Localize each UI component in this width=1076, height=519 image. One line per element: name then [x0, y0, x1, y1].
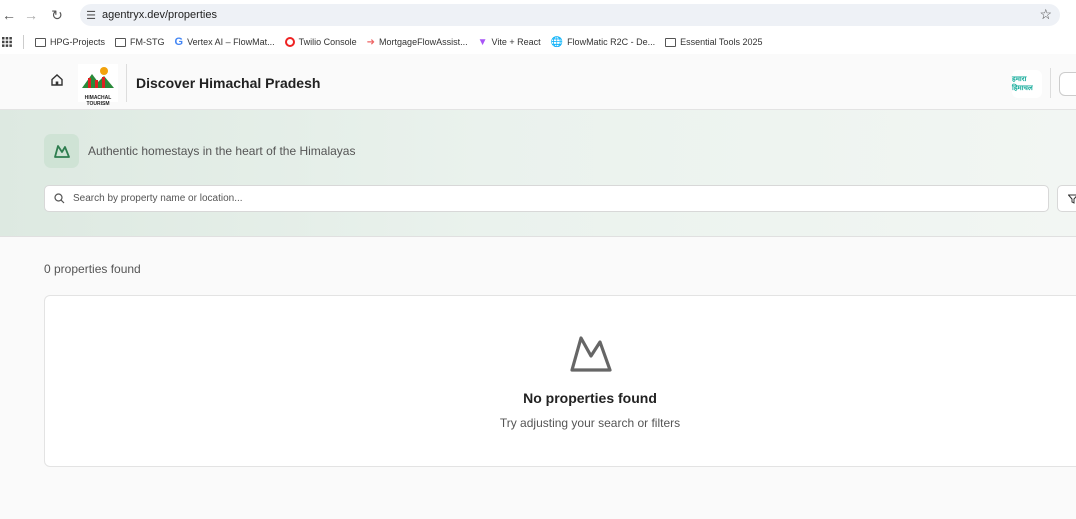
- hero-tagline: Authentic homestays in the heart of the …: [88, 144, 356, 158]
- bookmark-label: Vite + React: [491, 37, 541, 47]
- vite-icon: ▼: [477, 36, 488, 48]
- empty-state-title: No properties found: [523, 390, 657, 406]
- bookmarks-divider: [23, 35, 24, 49]
- bookmark-item[interactable]: ➜ MortgageFlowAssist...: [362, 37, 473, 48]
- apps-grid-icon[interactable]: [0, 37, 17, 47]
- header-divider: [1050, 68, 1051, 98]
- search-box[interactable]: [44, 185, 1049, 212]
- filter-icon: [1068, 194, 1076, 204]
- home-icon[interactable]: [49, 72, 65, 88]
- bookmarks-bar: HPG-Projects FM-STG G Vertex AI – FlowMat…: [0, 30, 1076, 54]
- bookmark-item[interactable]: Twilio Console: [280, 37, 362, 47]
- logo-text: HIMACHAL TOURISM: [84, 95, 112, 107]
- bookmark-label: FM-STG: [130, 37, 165, 47]
- page-title: Discover Himachal Pradesh: [136, 75, 321, 91]
- bookmark-label: Twilio Console: [298, 37, 357, 47]
- folder-icon: [35, 37, 46, 47]
- results-count: 0 properties found: [44, 262, 141, 276]
- site-info-icon[interactable]: ☰: [80, 9, 102, 22]
- account-button[interactable]: [1059, 72, 1076, 96]
- bookmark-label: MortgageFlowAssist...: [379, 37, 468, 47]
- bookmark-item[interactable]: 🌐 FlowMatic R2C - De...: [546, 37, 660, 48]
- reload-icon[interactable]: ↻: [44, 0, 70, 30]
- bookmark-label: Vertex AI – FlowMat...: [187, 37, 275, 47]
- app-header: HIMACHAL TOURISM Discover Himachal Prade…: [0, 56, 1076, 110]
- forward-icon[interactable]: →: [18, 0, 44, 30]
- folder-icon: [665, 37, 677, 47]
- mountain-icon: [44, 134, 79, 168]
- globe-icon: 🌐: [550, 36, 564, 48]
- bookmark-label: HPG-Projects: [50, 37, 106, 47]
- search-icon: [45, 193, 73, 204]
- hamara-himachal-badge[interactable]: हमारा हिमाचल: [1012, 70, 1042, 98]
- bookmark-item[interactable]: HPG-Projects: [30, 37, 110, 47]
- hero-section: Authentic homestays in the heart of the …: [0, 110, 1076, 237]
- google-icon: G: [174, 36, 184, 48]
- bookmark-label: FlowMatic R2C - De...: [567, 37, 656, 47]
- himachal-tourism-logo[interactable]: HIMACHAL TOURISM: [78, 64, 118, 107]
- empty-state-card: No properties found Try adjusting your s…: [44, 295, 1076, 467]
- mountain-icon: [570, 336, 612, 372]
- bookmark-item[interactable]: ▼ Vite + React: [473, 37, 546, 48]
- address-bar[interactable]: ☰ agentryx.dev/properties ☆: [80, 4, 1060, 26]
- search-input[interactable]: [73, 193, 973, 204]
- back-icon[interactable]: ←: [0, 0, 18, 30]
- filter-button[interactable]: [1057, 185, 1076, 212]
- twilio-icon: [284, 37, 295, 47]
- bookmark-star-icon[interactable]: ☆: [1039, 6, 1052, 23]
- browser-toolbar: ← → ↻ ☰ agentryx.dev/properties ☆: [0, 0, 1076, 30]
- bookmark-item[interactable]: Essential Tools 2025: [660, 37, 767, 47]
- bookmark-item[interactable]: FM-STG: [110, 37, 170, 47]
- folder-icon: [115, 37, 127, 47]
- empty-state-subtitle: Try adjusting your search or filters: [499, 416, 681, 430]
- bookmark-label: Essential Tools 2025: [680, 37, 763, 47]
- header-divider: [126, 64, 127, 102]
- bookmark-item[interactable]: G Vertex AI – FlowMat...: [170, 36, 280, 48]
- flow-icon: ➜: [366, 36, 376, 48]
- url-text[interactable]: agentryx.dev/properties: [102, 9, 217, 21]
